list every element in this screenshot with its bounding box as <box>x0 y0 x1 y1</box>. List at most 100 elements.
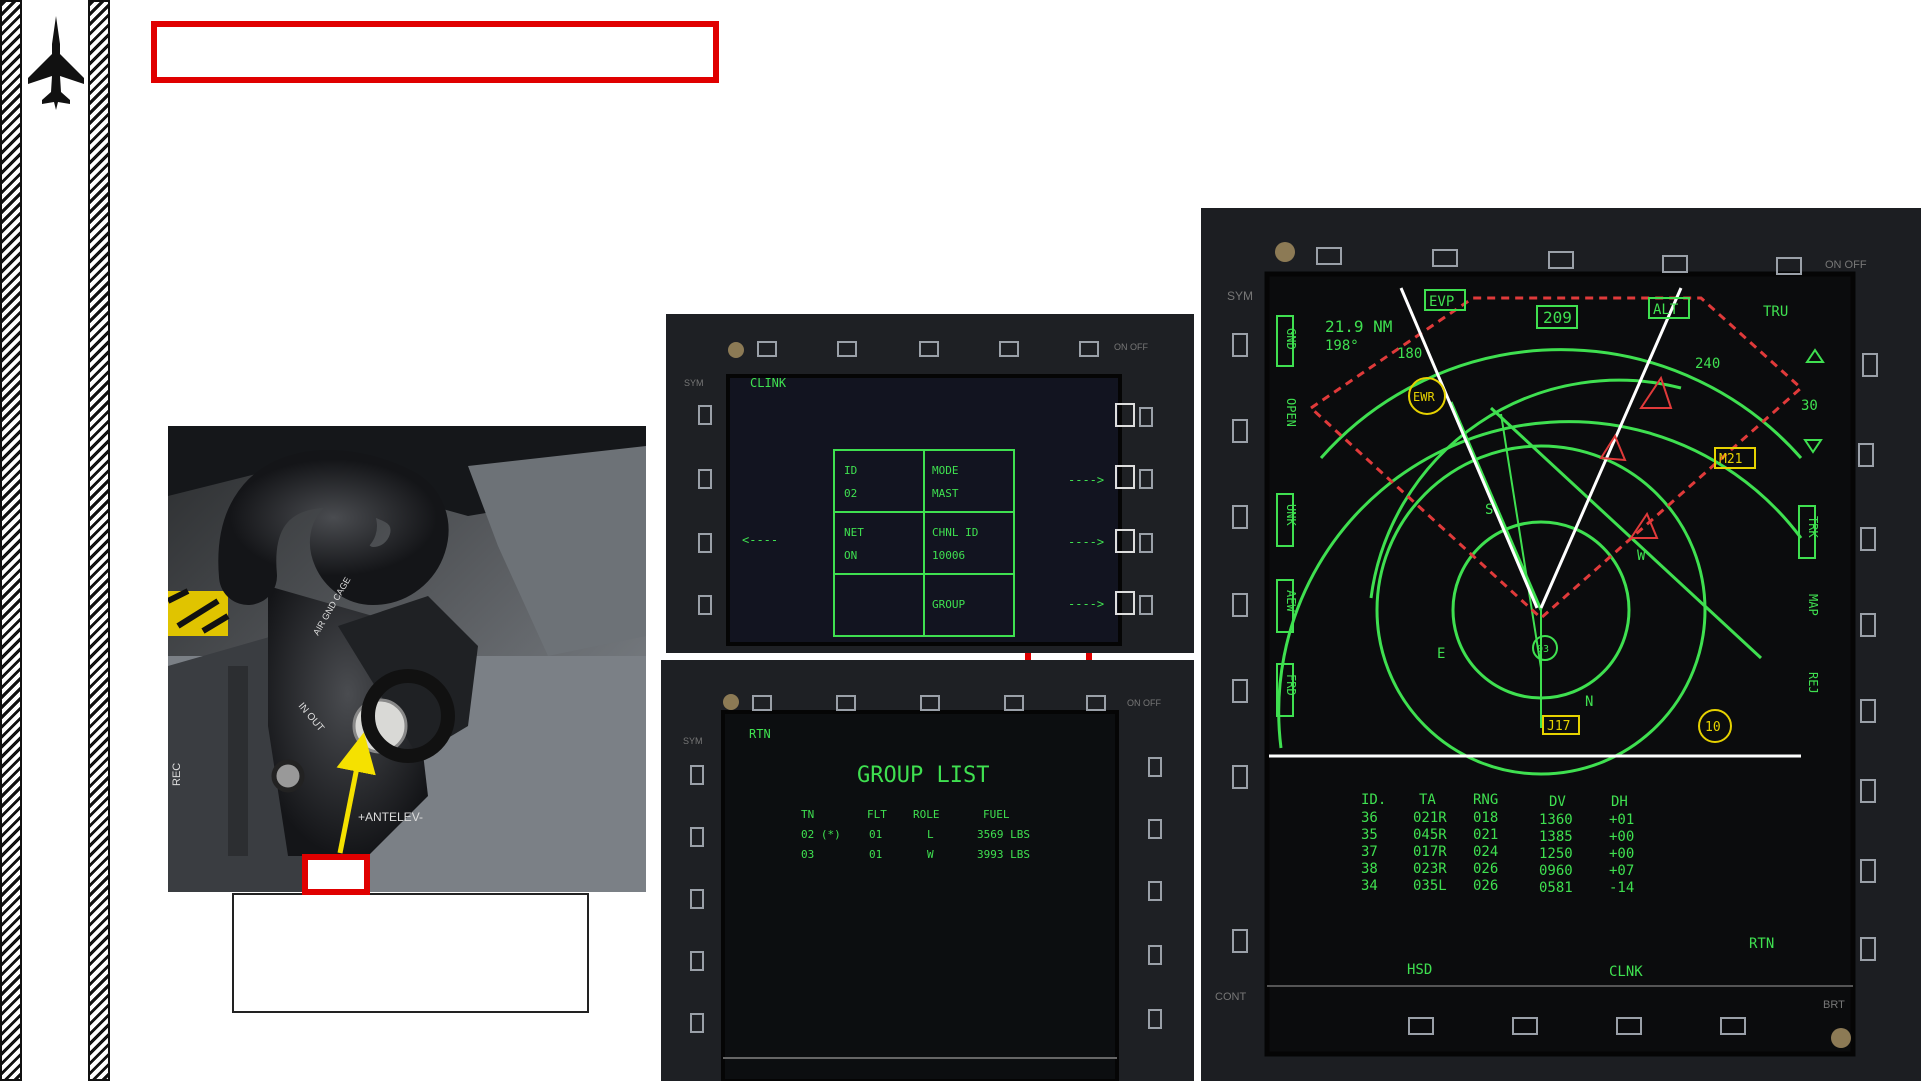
sidebar-hatch-right <box>88 0 110 1081</box>
hsd-speed-circle: 10 <box>1705 720 1721 735</box>
group-sym-label: SYM <box>683 736 703 746</box>
hsd-cell: 35 <box>1361 827 1378 843</box>
hsd-btn-trk[interactable]: TRK <box>1806 516 1820 538</box>
hsd-cell: 38 <box>1361 861 1378 877</box>
hsd-cell: 1385 <box>1539 829 1573 845</box>
hsd-onoff-label: ON OFF <box>1825 259 1867 271</box>
group-rtn-label[interactable]: RTN <box>749 727 771 741</box>
clink-mfd: SYM ON OFF CLINK ID 02 MODE MAST NET ON … <box>666 314 1194 653</box>
hsd-letter-w: W <box>1637 548 1646 564</box>
hsd-alt-box[interactable]: ALT <box>1653 302 1679 318</box>
hsd-range: 21.9 NM <box>1325 317 1392 336</box>
hsd-btn-rej[interactable]: REJ <box>1806 672 1820 694</box>
hsd-sym-label: SYM <box>1227 289 1253 303</box>
fighter-jet-icon <box>28 16 84 110</box>
clink-cell-id-value: 02 <box>844 487 857 500</box>
hsd-mfd: SYM ON OFF CONT BRT 21.9 NM 198° 209 180… <box>1201 208 1921 1081</box>
hsd-evp-box[interactable]: EVP <box>1429 294 1454 310</box>
hsd-cell: 018 <box>1473 810 1498 826</box>
hsd-cell: 024 <box>1473 844 1498 860</box>
group-col-flt: FLT <box>867 808 887 821</box>
caption-box <box>232 893 589 1013</box>
group-row-fuel: 3569 LBS <box>977 828 1030 841</box>
hsd-cell: 36 <box>1361 810 1378 826</box>
hsd-cell: 026 <box>1473 861 1498 877</box>
hsd-bearing: 198° <box>1325 338 1359 354</box>
hsd-btn-aew[interactable]: AEW <box>1284 590 1298 612</box>
hsd-btn-gnd[interactable]: GND <box>1284 328 1298 350</box>
hsd-threat-ewr: EWR <box>1413 390 1435 404</box>
clink-right-arrow-1: ----> <box>1068 473 1104 487</box>
hsd-letter-e: E <box>1437 646 1445 662</box>
hsd-letter-n: N <box>1585 694 1593 710</box>
clink-sym-label: SYM <box>684 378 704 388</box>
clink-cell-chnl-value: 10006 <box>932 549 965 562</box>
hsd-tru: TRU <box>1763 304 1788 320</box>
hsd-brt-label: BRT <box>1823 999 1845 1011</box>
hsd-cell: +00 <box>1609 829 1634 845</box>
hsd-threat-m21: M21 <box>1719 452 1742 467</box>
clink-page-label: CLINK <box>750 376 787 390</box>
hsd-cell: 1250 <box>1539 846 1573 862</box>
hsd-letter-s: S <box>1485 502 1493 518</box>
title-box <box>151 21 719 83</box>
hsd-cell: 045R <box>1413 827 1447 843</box>
clink-cell-mode-title: MODE <box>932 464 959 477</box>
group-col-fuel: FUEL <box>983 808 1010 821</box>
group-onoff-label: ON OFF <box>1127 698 1161 708</box>
clink-left-arrow: <---- <box>742 533 778 547</box>
hsd-cell: 021 <box>1473 827 1498 843</box>
group-col-tn: TN <box>801 808 814 821</box>
hsd-col-rng: RNG <box>1473 792 1498 808</box>
hsd-scale-180: 180 <box>1397 346 1422 362</box>
clink-cell-net-title: NET <box>844 526 864 539</box>
group-row-tn: 03 <box>801 848 814 861</box>
group-row-flt: 01 <box>869 828 882 841</box>
clink-cell-mode-value: MAST <box>932 487 959 500</box>
hsd-btn-map[interactable]: MAP <box>1806 594 1820 616</box>
hsd-cell: 023R <box>1413 861 1447 877</box>
group-row-flt: 01 <box>869 848 882 861</box>
group-col-role: ROLE <box>913 808 940 821</box>
hsd-scale-240: 240 <box>1695 356 1720 372</box>
hsd-cell: 0960 <box>1539 863 1573 879</box>
hsd-col-dv: DV <box>1549 794 1566 810</box>
hsd-track-tag: 03 <box>1537 644 1549 655</box>
callout-box-cursor <box>302 854 370 895</box>
hsd-scale-number: 30 <box>1801 398 1818 414</box>
hsd-cell: 37 <box>1361 844 1378 860</box>
clink-cell-id-title: ID <box>844 464 857 477</box>
antelev-label: +ANTELEV- <box>358 810 423 824</box>
group-row-role: L <box>927 828 934 841</box>
throttle-photo: +ANTELEV- IN OUT AIR GND CAGE REC <box>168 426 646 892</box>
hsd-col-ta: TA <box>1419 792 1436 808</box>
clink-onoff-label: ON OFF <box>1114 342 1148 352</box>
clink-right-arrow-3: ----> <box>1068 597 1104 611</box>
hsd-btn-unk[interactable]: UNK <box>1284 504 1298 526</box>
hsd-btn-open[interactable]: OPEN <box>1284 398 1298 427</box>
hsd-btn-frd[interactable]: FRD <box>1284 674 1298 696</box>
hsd-page-label[interactable]: HSD <box>1407 962 1432 978</box>
clink-right-arrow-2: ----> <box>1068 535 1104 549</box>
group-list-mfd: SYM ON OFF RTN GROUP LIST TN FLT ROLE FU… <box>661 660 1194 1083</box>
rec-label: REC <box>171 763 183 786</box>
hsd-own-marker: J17 <box>1547 719 1570 734</box>
hsd-col-id: ID. <box>1361 792 1386 808</box>
hsd-cont-label: CONT <box>1215 991 1246 1003</box>
group-row-role: W <box>927 848 934 861</box>
hsd-cell: 0581 <box>1539 880 1573 896</box>
hsd-cell: 34 <box>1361 878 1378 894</box>
clink-cell-net-value: ON <box>844 549 857 562</box>
hsd-cell: +01 <box>1609 812 1634 828</box>
clnk-page-label[interactable]: CLNK <box>1609 964 1643 980</box>
sidebar-hatch-left <box>0 0 22 1081</box>
hsd-cell: 026 <box>1473 878 1498 894</box>
hsd-cell: 021R <box>1413 810 1447 826</box>
group-row-tn: 02 (*) <box>801 828 841 841</box>
hsd-cell: 1360 <box>1539 812 1573 828</box>
hsd-heading-box: 209 <box>1543 308 1572 327</box>
hsd-cell: 035L <box>1413 878 1447 894</box>
hsd-rtn-label[interactable]: RTN <box>1749 936 1774 952</box>
hsd-cell: -14 <box>1609 880 1634 896</box>
hsd-col-dh: DH <box>1611 794 1628 810</box>
